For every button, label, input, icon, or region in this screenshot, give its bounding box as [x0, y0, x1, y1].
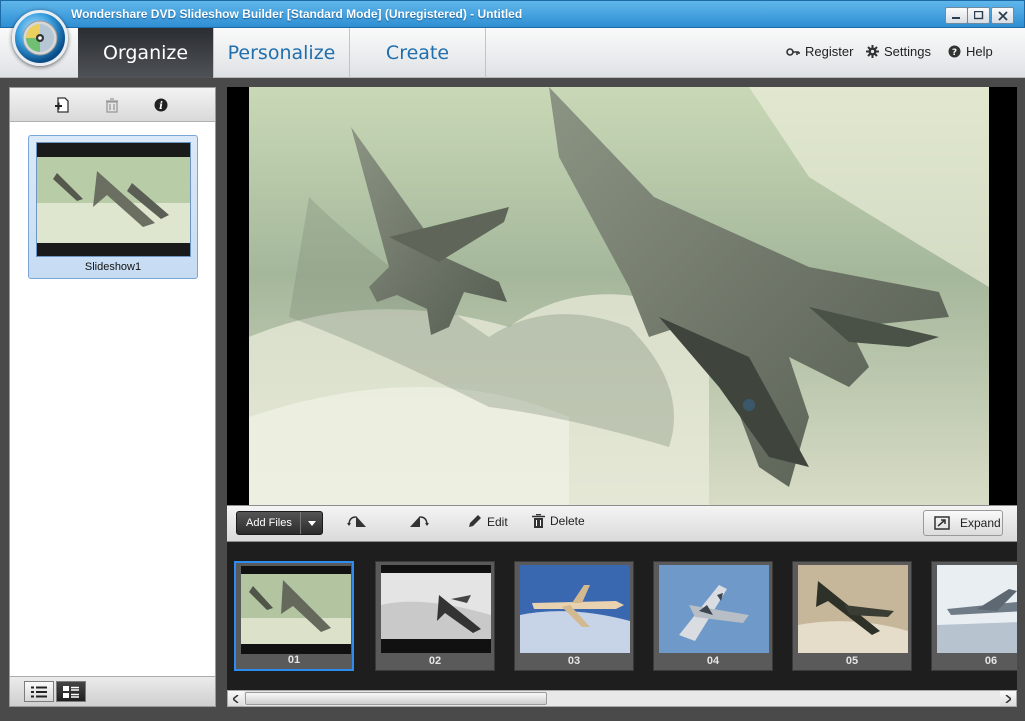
- slideshow-thumbnail: [36, 142, 191, 257]
- slideshow-item[interactable]: Slideshow1: [28, 135, 198, 279]
- rotate-right-button[interactable]: [409, 514, 429, 528]
- maximize-button[interactable]: [967, 7, 990, 24]
- minimize-button[interactable]: [945, 7, 968, 24]
- help-label: Help: [966, 44, 993, 59]
- film-thumbnail: [381, 565, 491, 653]
- jet-thumbnail-image: [37, 143, 190, 256]
- expand-label: Expand: [960, 516, 1001, 530]
- close-icon: [997, 10, 1008, 21]
- film-number: 05: [845, 655, 859, 667]
- tab-create-label: Create: [385, 42, 450, 64]
- add-files-dropdown[interactable]: [300, 512, 322, 534]
- thumbnail-view-button[interactable]: [56, 681, 86, 702]
- view-mode-bar: [10, 676, 215, 706]
- rotate-left-button[interactable]: [347, 514, 367, 528]
- chevron-left-icon: [233, 694, 239, 703]
- film-thumbnail: [520, 565, 630, 653]
- slideshow-label: Slideshow1: [84, 261, 142, 273]
- filmstrip: 01 02 03 04 05 06: [227, 542, 1017, 690]
- register-link[interactable]: Register: [786, 44, 853, 59]
- register-label: Register: [805, 44, 854, 59]
- film-item[interactable]: 04: [653, 561, 773, 671]
- add-files-label: Add Files: [246, 517, 292, 529]
- window-title: Wondershare DVD Slideshow Builder [Stand…: [71, 7, 523, 21]
- tab-organize-label: Organize: [102, 42, 189, 64]
- close-button[interactable]: [991, 7, 1014, 24]
- trash-icon: [532, 514, 545, 528]
- dvd-disc-icon: [22, 20, 58, 56]
- film-item[interactable]: 05: [792, 561, 912, 671]
- jet-photo-02: [381, 565, 491, 653]
- app-logo[interactable]: [12, 10, 68, 66]
- film-thumbnail: [937, 565, 1017, 653]
- scroll-left-button[interactable]: [228, 691, 244, 706]
- jet-photo-04: [659, 565, 769, 653]
- chevron-right-icon: [1005, 694, 1011, 703]
- tab-personalize[interactable]: Personalize: [214, 28, 350, 78]
- expand-icon: [934, 516, 950, 530]
- add-files-button[interactable]: Add Files: [236, 511, 323, 535]
- rotate-right-icon: [410, 516, 429, 527]
- add-slideshow-button[interactable]: [54, 97, 70, 113]
- jet-photo-05: [798, 565, 908, 653]
- gear-icon: [866, 45, 879, 58]
- settings-label: Settings: [884, 44, 931, 59]
- delete-slideshow-button[interactable]: [104, 97, 120, 113]
- film-thumbnail: [659, 565, 769, 653]
- pencil-icon: [469, 515, 481, 527]
- edit-button[interactable]: Edit: [467, 514, 508, 529]
- tab-create[interactable]: Create: [350, 28, 486, 78]
- delete-label: Delete: [550, 514, 585, 528]
- tab-personalize-label: Personalize: [227, 42, 336, 64]
- thumbnail-view-icon: [63, 685, 79, 698]
- edit-toolbar: Add Files Edit Delete Expand: [227, 505, 1017, 542]
- jet-photo-06: [937, 565, 1017, 653]
- settings-link[interactable]: Settings: [866, 44, 931, 59]
- info-button[interactable]: i: [153, 97, 169, 113]
- preview-panel: [227, 87, 1017, 505]
- film-item[interactable]: 03: [514, 561, 634, 671]
- title-bar: Wondershare DVD Slideshow Builder [Stand…: [0, 0, 1025, 28]
- svg-text:?: ?: [952, 48, 957, 58]
- delete-button[interactable]: Delete: [532, 514, 585, 528]
- film-item[interactable]: 02: [375, 561, 495, 671]
- edit-label: Edit: [487, 514, 508, 529]
- filmstrip-scrollbar[interactable]: [227, 690, 1017, 707]
- film-number: 01: [287, 654, 301, 666]
- airliner-photo-03: [520, 565, 630, 653]
- minimize-icon: [952, 17, 960, 19]
- film-number: 06: [984, 655, 998, 667]
- scroll-right-button[interactable]: [1000, 691, 1016, 706]
- add-slideshow-icon: [55, 97, 69, 113]
- key-icon: [786, 47, 800, 56]
- help-link[interactable]: ? Help: [948, 44, 993, 59]
- film-number: 04: [706, 655, 720, 667]
- list-view-button[interactable]: [24, 681, 54, 702]
- scrollbar-thumb[interactable]: [245, 692, 547, 705]
- film-number: 03: [567, 655, 581, 667]
- svg-text:i: i: [159, 101, 163, 112]
- film-item[interactable]: 06: [931, 561, 1017, 671]
- tab-organize[interactable]: Organize: [78, 28, 214, 78]
- film-item[interactable]: 01: [234, 561, 354, 671]
- slideshow-list-panel: i Slideshow1: [9, 87, 216, 707]
- trash-icon: [106, 97, 118, 113]
- list-view-icon: [31, 686, 47, 697]
- maximize-icon: [973, 11, 983, 20]
- info-icon: i: [154, 98, 168, 112]
- slideshow-toolbar: i: [10, 88, 215, 122]
- film-number: 02: [428, 655, 442, 667]
- chevron-down-icon: [307, 520, 316, 526]
- jet-photo-01: [241, 566, 351, 654]
- film-thumbnail: [798, 565, 908, 653]
- rotate-left-icon: [347, 516, 366, 527]
- fighter-jets-photo: [249, 87, 989, 505]
- film-thumbnail: [241, 566, 351, 654]
- expand-button[interactable]: Expand: [923, 510, 1003, 536]
- preview-image: [249, 87, 989, 505]
- main-menu-bar: Organize Personalize Create Register Set…: [0, 28, 1025, 78]
- help-icon: ?: [948, 45, 961, 58]
